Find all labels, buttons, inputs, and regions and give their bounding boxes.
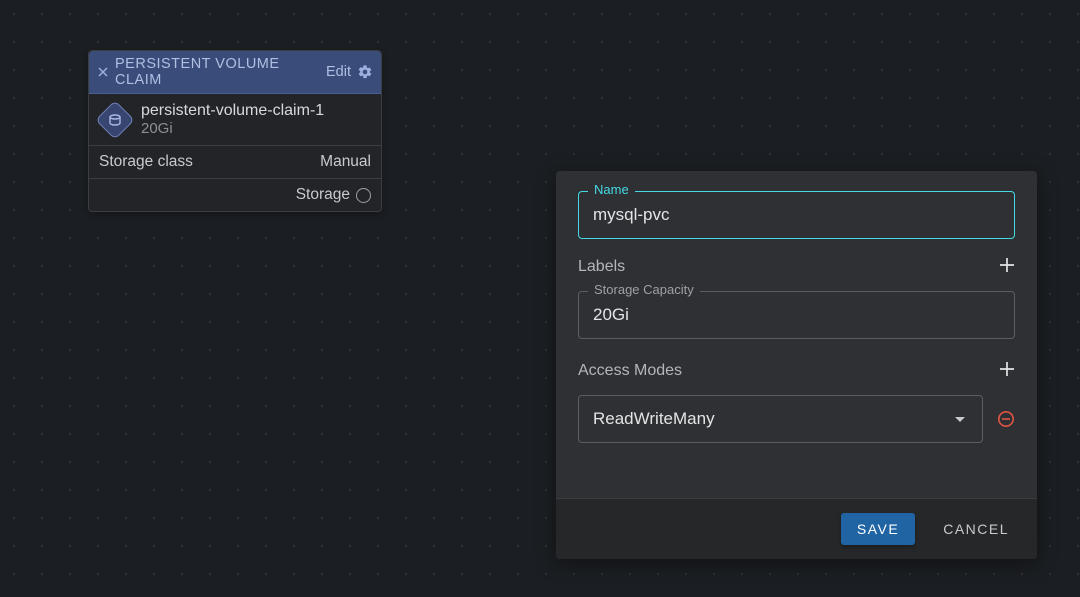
panel-footer: SAVE CANCEL <box>556 498 1037 559</box>
pvc-row-value: Storage <box>296 186 350 204</box>
panel-body: Name Labels Storage Capacity Access Mode… <box>556 171 1037 498</box>
capacity-label: Storage Capacity <box>588 282 700 297</box>
add-access-mode-icon[interactable] <box>999 361 1015 381</box>
labels-heading: Labels <box>578 258 625 276</box>
capacity-field: Storage Capacity <box>578 291 1015 339</box>
pvc-icon <box>95 100 135 140</box>
pvc-card-body: persistent-volume-claim-1 20Gi <box>89 94 381 146</box>
save-button[interactable]: SAVE <box>841 513 915 545</box>
access-mode-value: ReadWriteMany <box>593 409 715 429</box>
pvc-name: persistent-volume-claim-1 <box>141 102 324 120</box>
pvc-card: PERSISTENT VOLUME CLAIM Edit persistent-… <box>88 50 382 212</box>
gear-icon[interactable] <box>357 64 373 80</box>
storage-port[interactable]: Storage <box>296 186 371 204</box>
port-icon <box>356 188 371 203</box>
name-input[interactable] <box>578 191 1015 239</box>
add-label-icon[interactable] <box>999 257 1015 277</box>
capacity-input[interactable] <box>578 291 1015 339</box>
access-modes-heading: Access Modes <box>578 362 682 380</box>
edit-link[interactable]: Edit <box>326 64 351 80</box>
pvc-row-value: Manual <box>320 153 371 171</box>
remove-access-mode-icon[interactable] <box>997 410 1015 428</box>
pvc-row-storage-port: Storage <box>89 179 381 211</box>
name-label: Name <box>588 182 635 197</box>
access-mode-select[interactable]: ReadWriteMany <box>578 395 983 443</box>
close-icon[interactable] <box>97 66 109 78</box>
edit-pvc-panel: Name Labels Storage Capacity Access Mode… <box>556 171 1037 559</box>
cancel-button[interactable]: CANCEL <box>937 520 1015 538</box>
access-mode-row: ReadWriteMany <box>578 395 1015 443</box>
name-field: Name <box>578 191 1015 239</box>
pvc-row-label: Storage class <box>99 153 193 171</box>
access-modes-section: Access Modes <box>578 361 1015 381</box>
pvc-size: 20Gi <box>141 120 324 137</box>
chevron-down-icon <box>954 409 966 429</box>
pvc-card-header: PERSISTENT VOLUME CLAIM Edit <box>89 51 381 94</box>
pvc-row-storage-class: Storage class Manual <box>89 146 381 179</box>
labels-section: Labels <box>578 257 1015 277</box>
pvc-card-title: PERSISTENT VOLUME CLAIM <box>115 56 320 88</box>
